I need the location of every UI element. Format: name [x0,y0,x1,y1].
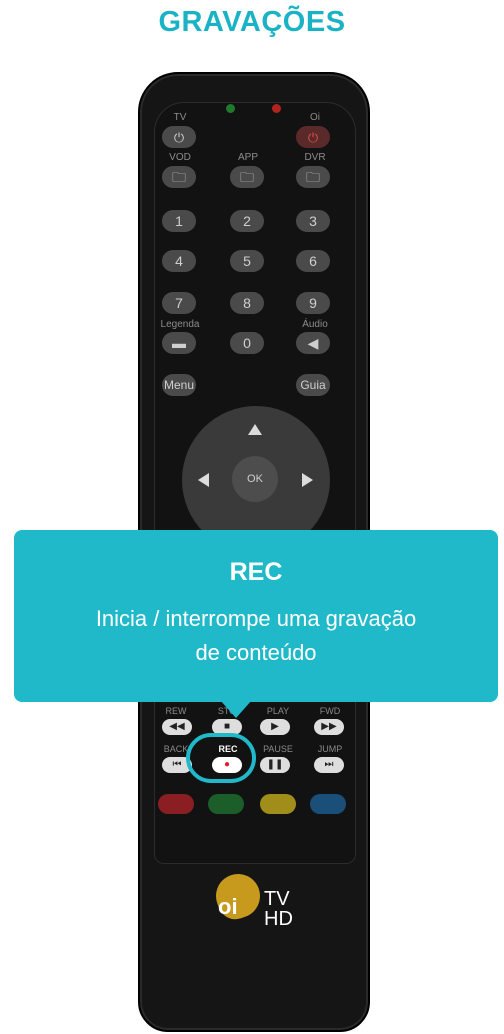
rewind-icon: ◀◀ [169,721,185,732]
green-led [226,104,235,113]
vod-button[interactable]: 🗀 [162,166,196,188]
legenda-button[interactable]: ▬ [162,332,196,354]
ok-button[interactable]: OK [232,456,278,502]
app-label: APP [237,152,258,163]
audio-label: Áudio [302,319,328,330]
skip-back-icon: ⏮ [172,759,182,770]
logo-brand: oi [218,894,238,919]
folder-icon: 🗀 [172,169,186,185]
stop-icon: ■ [223,721,231,732]
tv-power-button[interactable]: ⏻ [162,126,196,148]
oi-power-button[interactable]: ⏻ [296,126,330,148]
digit-5-button[interactable]: 5 [230,250,264,272]
tooltip-description-line2: de conteúdo [195,640,317,665]
play-icon: ▶ [271,721,279,732]
digit-0-button[interactable]: 0 [230,332,264,354]
menu-button[interactable]: Menu [162,374,196,396]
digit-4-button[interactable]: 4 [162,250,196,272]
fwd-button[interactable]: ▶▶ [314,719,344,735]
app-button[interactable]: 🗀 [230,166,264,188]
play-button[interactable]: ▶ [260,719,290,735]
folder-icon: 🗀 [306,169,320,185]
digit-3-button[interactable]: 3 [296,210,330,232]
green-button[interactable] [208,794,244,814]
yellow-button[interactable] [260,794,296,814]
pause-button[interactable]: ❚❚ [260,757,290,773]
red-button[interactable] [158,794,194,814]
pause-label: PAUSE [263,744,293,754]
vod-label: VOD [169,152,191,163]
pause-icon: ❚❚ [266,759,284,770]
digit-6-button[interactable]: 6 [296,250,330,272]
up-arrow-button[interactable] [248,424,262,435]
skip-forward-icon: ⏭ [324,759,334,770]
right-arrow-button[interactable] [302,473,313,487]
page-title: GRAVAÇÕES [158,6,346,38]
subtitle-icon: ▬ [172,335,186,351]
jump-label: JUMP [317,744,343,754]
guia-button[interactable]: Guia [296,374,330,396]
rec-highlight-ring [186,733,256,783]
digit-1-button[interactable]: 1 [162,210,196,232]
tv-label: TV [173,112,187,123]
fwd-label: FWD [319,706,341,716]
tooltip-description-line1: Inicia / interrompe uma gravação [95,606,417,631]
digit-8-button[interactable]: 8 [230,292,264,314]
rew-label: REW [165,706,187,716]
tooltip-pointer [220,700,252,718]
power-icon: ⏻ [173,130,185,145]
digit-7-button[interactable]: 7 [162,292,196,314]
dvr-label: DVR [304,152,326,163]
tooltip-title: REC [229,558,283,586]
dvr-button[interactable]: 🗀 [296,166,330,188]
folder-icon: 🗀 [240,169,254,185]
logo-hd: HD [264,908,293,930]
blue-button[interactable] [310,794,346,814]
red-led [272,104,281,113]
power-icon: ⏻ [307,130,319,145]
digit-2-button[interactable]: 2 [230,210,264,232]
oi-label: Oi [310,112,320,123]
left-arrow-button[interactable] [198,473,209,487]
jump-button[interactable]: ⏭ [314,757,344,773]
audio-button[interactable]: ◀ [296,332,330,354]
legenda-label: Legenda [160,319,200,330]
tooltip-description: Inicia / interrompe uma gravação de cont… [14,602,498,670]
play-label: PLAY [266,706,290,716]
rew-button[interactable]: ◀◀ [162,719,192,735]
digit-9-button[interactable]: 9 [296,292,330,314]
speaker-icon: ◀ [307,335,319,351]
fast-forward-icon: ▶▶ [321,721,337,732]
rec-tooltip: REC Inicia / interrompe uma gravação de … [14,530,498,718]
